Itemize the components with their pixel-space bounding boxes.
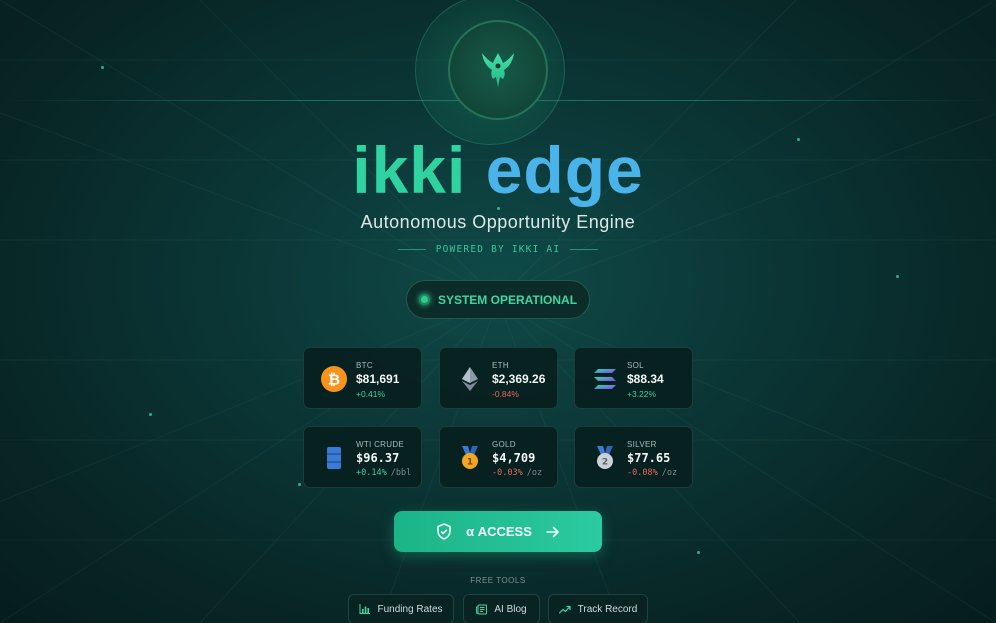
ticker-change: +0.14% — [356, 468, 387, 478]
ticker-card-btc[interactable]: ₿ BTC $81,691 +0.41% — [303, 347, 422, 409]
status-indicator-icon — [418, 294, 430, 305]
ticker-card-silver[interactable]: 2 SILVER $77.65 -0.08%/oz — [574, 426, 693, 488]
ticker-change: -0.84% — [492, 389, 519, 399]
ticker-price: $77.65 — [627, 451, 671, 465]
funding-rates-link[interactable]: Funding Rates — [348, 594, 454, 623]
ticker-price: $4,709 — [492, 451, 536, 465]
logo — [448, 20, 548, 120]
powered-by: POWERED BY IKKI AI — [0, 244, 996, 255]
ticker-change: +0.41% — [356, 389, 386, 399]
particle — [101, 66, 104, 69]
particle — [896, 275, 899, 278]
oil-barrel-icon — [320, 444, 348, 472]
ticker-symbol: ETH — [492, 361, 509, 370]
svg-text:1: 1 — [467, 458, 473, 468]
newspaper-icon — [476, 604, 488, 614]
particle — [697, 551, 700, 554]
divider-right — [570, 249, 599, 250]
ticker-price: $2,369.26 — [492, 372, 546, 386]
bitcoin-icon: ₿ — [320, 365, 348, 393]
track-record-link[interactable]: Track Record — [548, 594, 648, 623]
ticker-unit: /oz — [526, 468, 543, 478]
brand-word-ikki: ikki — [352, 133, 467, 207]
ticker-change: -0.03% — [492, 468, 523, 478]
ticker-change-row: -0.08%/oz — [627, 468, 677, 478]
ticker-card-eth[interactable]: ETH $2,369.26 -0.84% — [439, 347, 558, 409]
brand-word-edge: edge — [485, 133, 644, 207]
ticker-card-sol[interactable]: SOL $88.34 +3.22% — [574, 347, 693, 409]
particle — [298, 483, 301, 486]
ticker-symbol: BTC — [356, 361, 373, 370]
trend-up-icon — [558, 605, 571, 614]
status-badge: SYSTEM OPERATIONAL — [406, 280, 590, 319]
tagline: Autonomous Opportunity Engine — [360, 212, 636, 232]
ticker-symbol: SOL — [627, 361, 644, 370]
ticker-price: $96.37 — [356, 451, 400, 465]
phoenix-icon — [482, 53, 514, 87]
solana-icon — [591, 365, 619, 393]
divider-left — [397, 249, 426, 250]
powered-by-text: POWERED BY IKKI AI — [435, 244, 561, 255]
ethereum-icon — [456, 365, 484, 393]
ticker-symbol: SILVER — [627, 440, 657, 449]
ticker-price: $88.34 — [627, 372, 664, 386]
ticker-change: -0.08% — [627, 468, 658, 478]
ai-blog-label: AI Blog — [494, 603, 527, 615]
shield-check-icon — [437, 523, 451, 540]
gold-medal-icon: 1 — [456, 444, 484, 472]
ticker-unit: /oz — [661, 468, 678, 478]
funding-rates-label: Funding Rates — [377, 603, 443, 615]
bar-chart-icon — [359, 604, 371, 614]
svg-text:2: 2 — [602, 458, 608, 468]
ticker-price: $81,691 — [356, 372, 400, 386]
access-button[interactable]: α ACCESS — [394, 511, 602, 552]
silver-medal-icon: 2 — [591, 444, 619, 472]
status-label: SYSTEM OPERATIONAL — [437, 292, 578, 307]
ticker-change-row: +0.14%/bbl — [356, 468, 411, 478]
ai-blog-link[interactable]: AI Blog — [463, 594, 540, 623]
svg-text:₿: ₿ — [328, 371, 340, 389]
ticker-change-row: -0.03%/oz — [492, 468, 542, 478]
ticker-card-gold[interactable]: 1 GOLD $4,709 -0.03%/oz — [439, 426, 558, 488]
ticker-unit: /bbl — [390, 468, 412, 478]
particle — [149, 413, 152, 416]
ticker-card-wti-crude[interactable]: WTI CRUDE $96.37 +0.14%/bbl — [303, 426, 422, 488]
free-tools-heading: FREE TOOLS — [470, 576, 526, 585]
ticker-symbol: GOLD — [492, 440, 516, 449]
track-record-label: Track Record — [577, 603, 638, 615]
ticker-change: +3.22% — [627, 389, 657, 399]
access-button-label: α ACCESS — [466, 524, 532, 539]
arrow-right-icon — [546, 526, 559, 537]
ticker-symbol: WTI CRUDE — [356, 440, 405, 449]
brand-title: ikki edge — [0, 132, 996, 208]
